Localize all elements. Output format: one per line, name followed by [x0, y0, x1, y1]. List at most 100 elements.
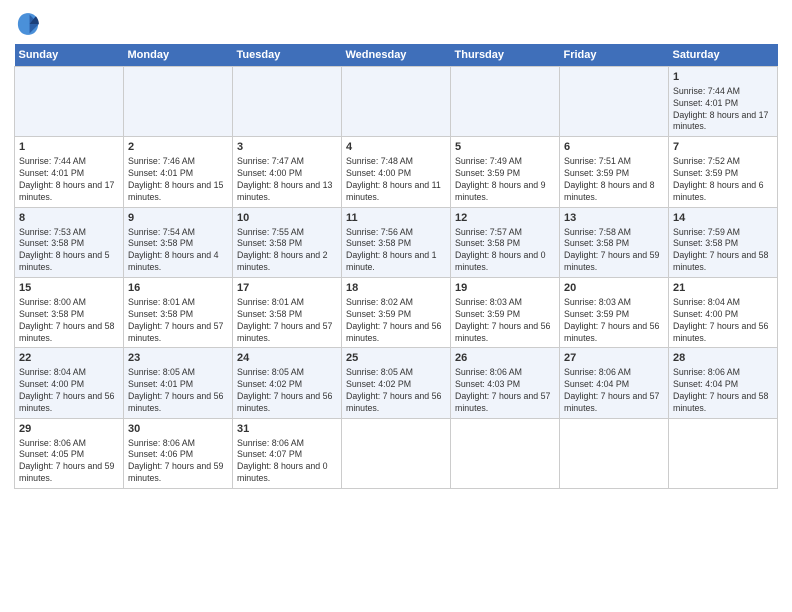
daylight: Daylight: 8 hours and 4 minutes.	[128, 250, 218, 272]
week-row-5: 22Sunrise: 8:04 AMSunset: 4:00 PMDayligh…	[15, 348, 778, 418]
daylight: Daylight: 8 hours and 9 minutes.	[455, 180, 545, 202]
header	[14, 10, 778, 38]
day-number: 26	[455, 351, 555, 366]
sunset: Sunset: 3:58 PM	[237, 309, 302, 319]
daylight: Daylight: 8 hours and 8 minutes.	[564, 180, 654, 202]
sunset: Sunset: 4:02 PM	[237, 379, 302, 389]
daylight: Daylight: 8 hours and 15 minutes.	[128, 180, 223, 202]
sunrise: Sunrise: 7:44 AM	[19, 156, 86, 166]
daylight: Daylight: 7 hours and 57 minutes.	[564, 391, 659, 413]
day-number: 23	[128, 351, 228, 366]
day-cell: 30Sunrise: 8:06 AMSunset: 4:06 PMDayligh…	[124, 418, 233, 488]
sunset: Sunset: 3:58 PM	[19, 238, 84, 248]
daylight: Daylight: 7 hours and 56 minutes.	[237, 391, 332, 413]
day-cell	[15, 67, 124, 137]
week-row-2: 1Sunrise: 7:44 AM Sunset: 4:01 PM Daylight…	[15, 137, 778, 207]
daylight: Daylight: 7 hours and 56 minutes.	[19, 391, 114, 413]
daylight: Daylight: 7 hours and 58 minutes.	[673, 250, 768, 272]
day-cell: 8Sunrise: 7:53 AMSunset: 3:58 PM Daylight…	[15, 207, 124, 277]
day-number: 5	[455, 140, 555, 155]
sunrise: Sunrise: 8:01 AM	[128, 297, 195, 307]
daylight: Daylight: 8 hours and 5 minutes.	[19, 250, 109, 272]
day-number: 1	[19, 140, 119, 155]
day-cell: 17Sunrise: 8:01 AMSunset: 3:58 PMDayligh…	[233, 278, 342, 348]
sunrise: Sunrise: 8:04 AM	[673, 297, 740, 307]
daylight: Daylight: 7 hours and 56 minutes.	[455, 321, 550, 343]
day-cell: 15Sunrise: 8:00 AMSunset: 3:58 PMDayligh…	[15, 278, 124, 348]
col-header-sunday: Sunday	[15, 44, 124, 67]
day-cell: 29Sunrise: 8:06 AMSunset: 4:05 PMDayligh…	[15, 418, 124, 488]
day-number: 13	[564, 211, 664, 226]
sunrise: Sunrise: 7:56 AM	[346, 227, 413, 237]
sunrise: Sunrise: 7:53 AM	[19, 227, 86, 237]
daylight: Daylight: 7 hours and 59 minutes.	[19, 461, 114, 483]
sunset: Sunset: 3:58 PM	[346, 238, 411, 248]
day-cell: 19Sunrise: 8:03 AMSunset: 3:59 PMDayligh…	[451, 278, 560, 348]
day-number: 24	[237, 351, 337, 366]
daylight: Daylight: 7 hours and 59 minutes.	[128, 461, 223, 483]
day-number: 1	[673, 70, 773, 85]
daylight: Daylight: 8 hours and 0 minutes.	[237, 461, 327, 483]
sunset: Sunset: 4:05 PM	[19, 449, 84, 459]
day-cell: 27Sunrise: 8:06 AMSunset: 4:04 PMDayligh…	[560, 348, 669, 418]
day-cell: 12Sunrise: 7:57 AMSunset: 3:58 PMDayligh…	[451, 207, 560, 277]
daylight: Daylight: 7 hours and 56 minutes.	[346, 391, 441, 413]
day-cell	[560, 418, 669, 488]
day-cell: 14Sunrise: 7:59 AMSunset: 3:58 PMDayligh…	[669, 207, 778, 277]
sunset: Sunset: 4:00 PM	[237, 168, 302, 178]
day-cell	[342, 418, 451, 488]
day-number: 25	[346, 351, 446, 366]
day-cell: 23Sunrise: 8:05 AMSunset: 4:01 PMDayligh…	[124, 348, 233, 418]
sunrise: Sunrise: 7:52 AM	[673, 156, 740, 166]
sunset: Sunset: 4:01 PM	[128, 168, 193, 178]
col-header-wednesday: Wednesday	[342, 44, 451, 67]
sunset: Sunset: 3:58 PM	[19, 309, 84, 319]
day-cell: 1Sunrise: 7:44 AMSunset: 4:01 PMDaylight…	[669, 67, 778, 137]
day-cell	[451, 67, 560, 137]
day-number: 10	[237, 211, 337, 226]
sunrise: Sunrise: 8:04 AM	[19, 367, 86, 377]
day-cell	[124, 67, 233, 137]
week-row-6: 29Sunrise: 8:06 AMSunset: 4:05 PMDayligh…	[15, 418, 778, 488]
sunrise: Sunrise: 7:49 AM	[455, 156, 522, 166]
sunset: Sunset: 4:06 PM	[128, 449, 193, 459]
day-cell	[669, 418, 778, 488]
day-cell: 4Sunrise: 7:48 AMSunset: 4:00 PMDaylight…	[342, 137, 451, 207]
daylight: Daylight: 7 hours and 56 minutes.	[346, 321, 441, 343]
daylight: Daylight: 7 hours and 57 minutes.	[237, 321, 332, 343]
sunset: Sunset: 3:58 PM	[128, 238, 193, 248]
sunset: Sunset: 3:59 PM	[455, 168, 520, 178]
sunset: Sunset: 4:02 PM	[346, 379, 411, 389]
sunset: Sunset: 4:00 PM	[673, 309, 738, 319]
col-header-friday: Friday	[560, 44, 669, 67]
day-number: 20	[564, 281, 664, 296]
day-cell: 10Sunrise: 7:55 AMSunset: 3:58 PMDayligh…	[233, 207, 342, 277]
daylight: Daylight: 7 hours and 57 minutes.	[128, 321, 223, 343]
day-cell	[451, 418, 560, 488]
day-number: 31	[237, 422, 337, 437]
day-number: 7	[673, 140, 773, 155]
sunset: Sunset: 3:59 PM	[673, 168, 738, 178]
day-cell: 3Sunrise: 7:47 AMSunset: 4:00 PMDaylight…	[233, 137, 342, 207]
col-header-thursday: Thursday	[451, 44, 560, 67]
sunrise: Sunrise: 8:02 AM	[346, 297, 413, 307]
week-row-4: 15Sunrise: 8:00 AMSunset: 3:58 PMDayligh…	[15, 278, 778, 348]
day-cell: 16Sunrise: 8:01 AMSunset: 3:58 PMDayligh…	[124, 278, 233, 348]
daylight: Daylight: 8 hours and 6 minutes.	[673, 180, 763, 202]
day-number: 18	[346, 281, 446, 296]
daylight: Daylight: 7 hours and 56 minutes.	[564, 321, 659, 343]
day-number: 8	[19, 211, 119, 226]
sunset: Sunset: 4:01 PM	[128, 379, 193, 389]
day-cell	[233, 67, 342, 137]
sunrise: Sunrise: 7:44 AM	[673, 86, 740, 96]
sunrise: Sunrise: 8:06 AM	[673, 367, 740, 377]
daylight: Daylight: 7 hours and 58 minutes.	[673, 391, 768, 413]
day-cell: 24Sunrise: 8:05 AMSunset: 4:02 PMDayligh…	[233, 348, 342, 418]
day-number: 14	[673, 211, 773, 226]
sunrise: Sunrise: 8:06 AM	[455, 367, 522, 377]
day-number: 28	[673, 351, 773, 366]
day-number: 29	[19, 422, 119, 437]
day-number: 21	[673, 281, 773, 296]
daylight: Daylight: 8 hours and 2 minutes.	[237, 250, 327, 272]
sunset: Sunset: 4:01 PM	[673, 98, 738, 108]
